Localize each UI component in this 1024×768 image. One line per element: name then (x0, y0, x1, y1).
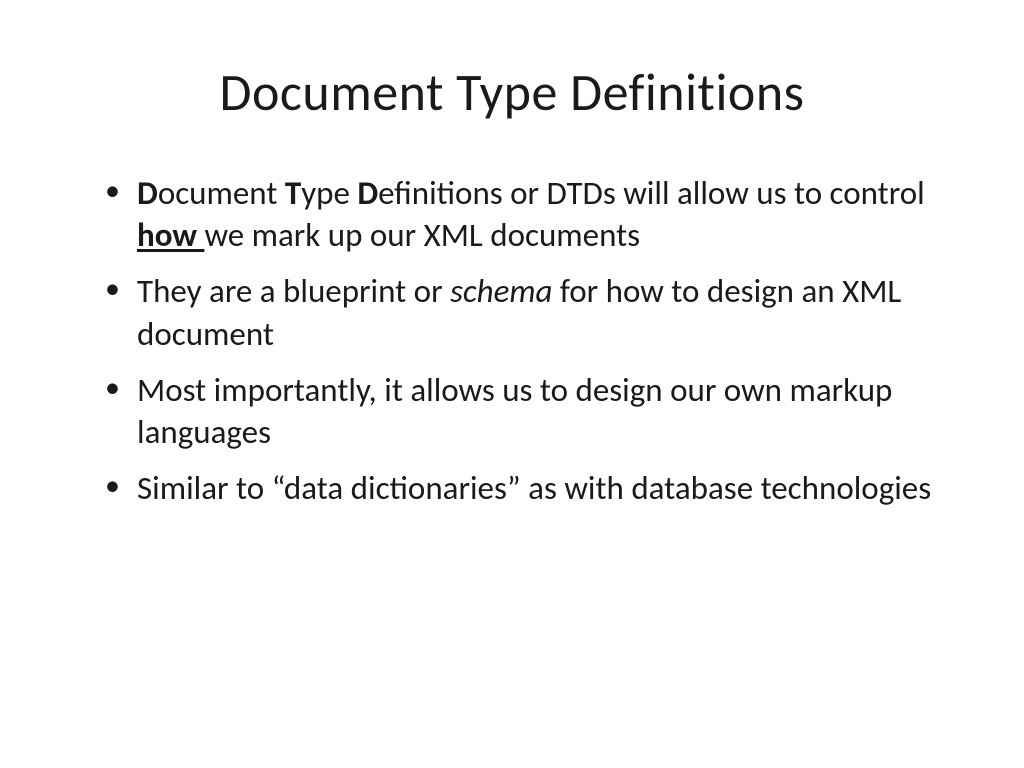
slide-content: Document Type Definitions or DTDs will a… (75, 172, 949, 510)
bold-underline-text: how (137, 215, 204, 255)
text: ype (301, 173, 357, 213)
slide-title: Document Type Definitions (75, 60, 949, 124)
bullet-item: Most importantly, it allows us to design… (105, 369, 949, 453)
text: efinitions or DTDs will allow us to cont… (378, 173, 925, 213)
bold-text: D (357, 173, 378, 213)
italic-text: schema (450, 271, 552, 311)
text: we mark up our XML documents (204, 215, 640, 255)
text: ocument (158, 173, 285, 213)
bullet-item: Similar to “data dictionaries” as with d… (105, 467, 949, 509)
bullet-item: Document Type Definitions or DTDs will a… (105, 172, 949, 256)
bold-text: D (137, 173, 158, 213)
text: Similar to “data dictionaries” as with d… (137, 468, 931, 508)
bullet-list: Document Type Definitions or DTDs will a… (105, 172, 949, 510)
text: Most importantly, it allows us to design… (137, 370, 892, 452)
bullet-item: They are a blueprint or schema for how t… (105, 270, 949, 354)
text: They are a blueprint or (137, 271, 450, 311)
slide: Document Type Definitions Document Type … (0, 0, 1024, 768)
bold-text: T (285, 173, 301, 213)
